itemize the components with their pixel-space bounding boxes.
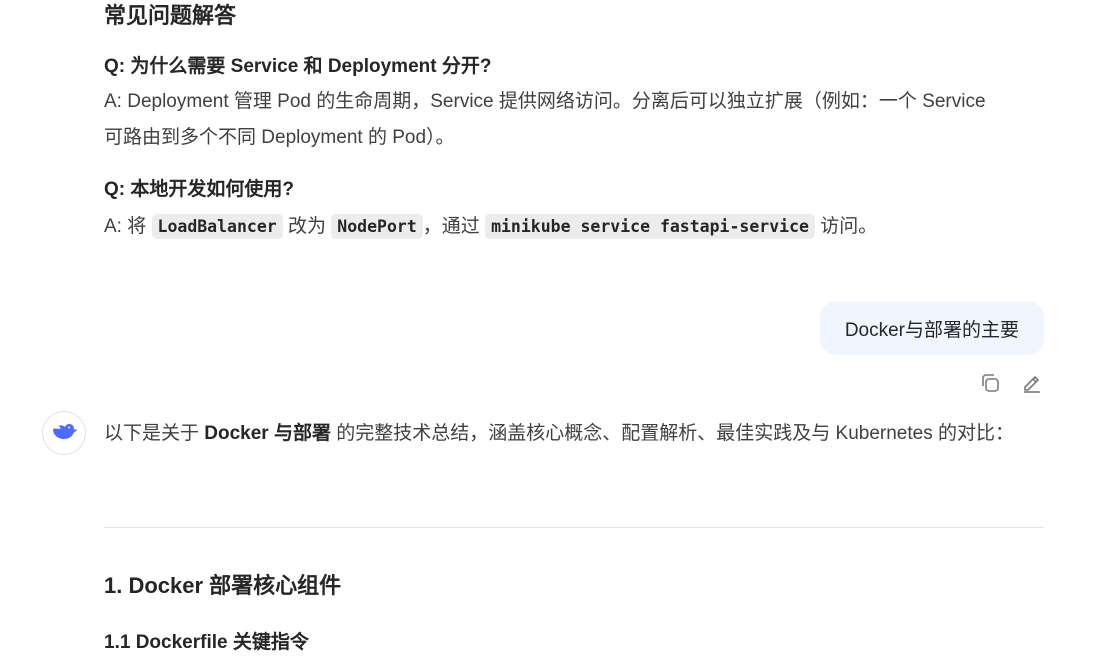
assistant-intro: 以下是关于 Docker 与部署 的完整技术总结，涵盖核心概念、配置解析、最佳实…	[104, 416, 1044, 452]
intro-text: 的完整技术总结，涵盖核心概念、配置解析、最佳实践及与 Kubernetes 的对…	[330, 423, 1015, 444]
whale-logo-icon	[50, 420, 78, 447]
assistant-avatar	[42, 411, 86, 455]
faq-answer-1: A: Deployment 管理 Pod 的生命周期，Service 提供网络访…	[104, 91, 986, 148]
subsection-heading: 1.1 Dockerfile 关键指令	[104, 632, 309, 653]
answer-text: 改为	[282, 216, 332, 237]
answer-text: ，通过	[422, 216, 486, 237]
intro-text: 以下是关于	[104, 423, 205, 444]
faq-answer-2: A: 将 LoadBalancer 改为 NodePort ，通过 minikub…	[104, 209, 1004, 245]
answer-text: A: 将	[104, 216, 152, 237]
copy-icon[interactable]	[978, 371, 1002, 395]
answer-text: 访问。	[814, 216, 878, 237]
message-actions	[978, 371, 1044, 395]
faq-heading: 常见问题解答	[104, 3, 237, 28]
inline-code-nodeport: NodePort	[331, 214, 423, 239]
user-message-bubble: Docker与部署的主要	[819, 301, 1044, 355]
edit-icon[interactable]	[1020, 371, 1044, 395]
divider	[104, 527, 1044, 528]
inline-code-minikube-command: minikube service fastapi-service	[485, 214, 815, 239]
user-message-text: Docker与部署的主要	[844, 319, 1019, 341]
inline-code-loadbalancer: LoadBalancer	[151, 214, 283, 239]
faq-question-1: Q: 为什么需要 Service 和 Deployment 分开?	[104, 56, 492, 77]
faq-question-2: Q: 本地开发如何使用?	[104, 179, 294, 200]
section-heading: 1. Docker 部署核心组件	[104, 573, 342, 598]
intro-bold-text: Docker 与部署	[204, 423, 331, 444]
